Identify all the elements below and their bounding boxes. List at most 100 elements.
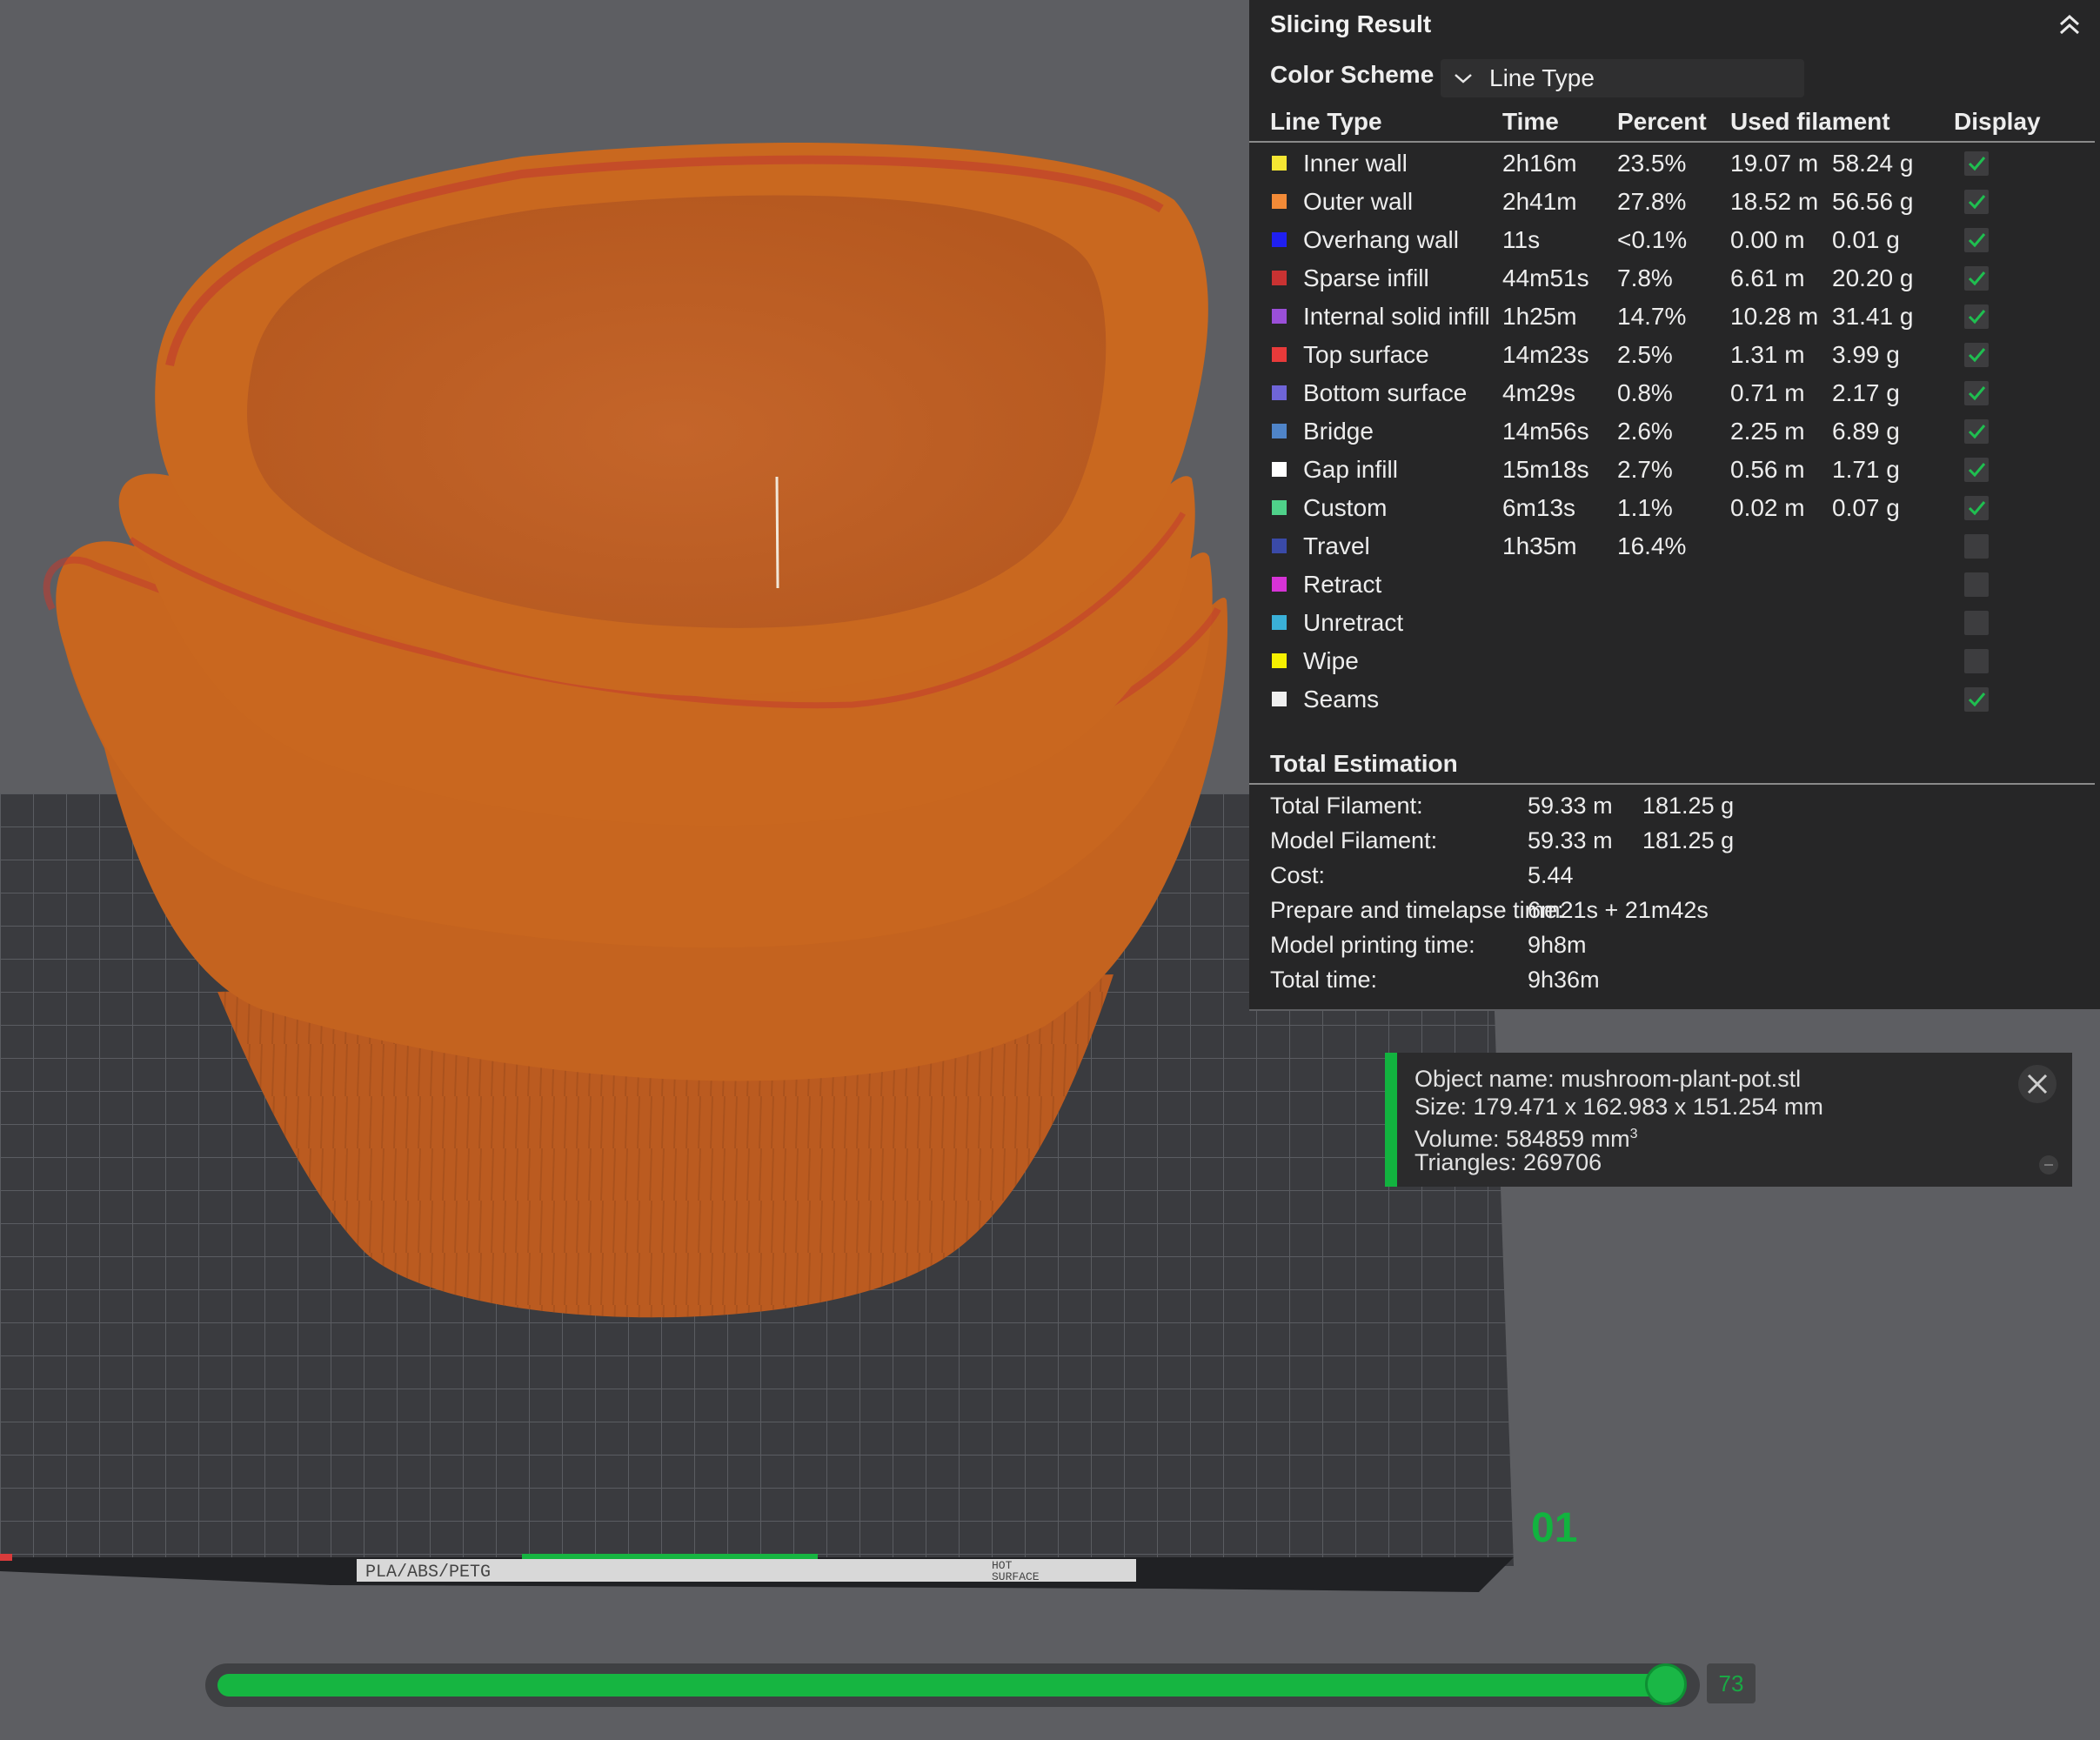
plate-label-right-2: SURFACE xyxy=(992,1570,1040,1583)
total-value: 9h8m xyxy=(1528,932,1587,958)
filament-length: 2.25 m xyxy=(1730,418,1805,445)
filament-weight: 56.56 g xyxy=(1832,188,1914,215)
slicing-result-panel: Slicing Result Color Scheme Line Type Li… xyxy=(1249,0,2100,1009)
line-type-percent: 16.4% xyxy=(1617,532,1687,559)
line-type-name: Seams xyxy=(1303,686,1380,713)
checkmark-icon xyxy=(1968,463,1986,478)
display-checkbox[interactable] xyxy=(1964,419,1989,444)
minus-icon[interactable] xyxy=(2039,1155,2058,1174)
filament-length: 0.56 m xyxy=(1730,456,1805,483)
table-row: Overhang wall 11s <0.1% 0.00 m 0.01 g xyxy=(1249,221,2100,259)
total-row: Total Filament: 59.33 m 181.25 g xyxy=(1270,788,2088,823)
line-type-name: Gap infill xyxy=(1303,456,1398,483)
total-value: 59.33 m xyxy=(1528,827,1613,853)
filament-weight: 0.01 g xyxy=(1832,226,1900,253)
filament-length: 6.61 m xyxy=(1730,264,1805,291)
display-checkbox[interactable] xyxy=(1964,572,1989,597)
color-scheme-dropdown[interactable]: Line Type xyxy=(1441,59,1804,97)
display-checkbox[interactable] xyxy=(1964,381,1989,405)
line-type-percent: 23.5% xyxy=(1617,150,1687,177)
table-row: Custom 6m13s 1.1% 0.02 m 0.07 g xyxy=(1249,489,2100,527)
object-triangles: Triangles: 269706 xyxy=(1414,1149,1602,1175)
filament-weight: 58.24 g xyxy=(1832,150,1914,177)
display-checkbox[interactable] xyxy=(1964,649,1989,673)
display-checkbox[interactable] xyxy=(1964,343,1989,367)
legend-swatch xyxy=(1272,347,1287,362)
line-type-percent: 14.7% xyxy=(1617,303,1687,330)
legend-swatch xyxy=(1272,653,1287,668)
checkmark-icon xyxy=(1968,157,1986,171)
collapse-up-icon[interactable] xyxy=(2055,10,2084,40)
line-type-time: 1h35m xyxy=(1502,532,1577,559)
line-type-name: Unretract xyxy=(1303,609,1404,636)
table-row: Top surface 14m23s 2.5% 1.31 m 3.99 g xyxy=(1249,336,2100,374)
line-type-name: Retract xyxy=(1303,571,1382,598)
table-row: Travel 1h35m 16.4% xyxy=(1249,527,2100,566)
legend-swatch xyxy=(1272,385,1287,400)
total-row: Model Filament: 59.33 m 181.25 g xyxy=(1270,823,2088,858)
table-row: Outer wall 2h41m 27.8% 18.52 m 56.56 g xyxy=(1249,183,2100,221)
filament-weight: 31.41 g xyxy=(1832,303,1914,330)
line-type-percent: 0.8% xyxy=(1617,379,1673,406)
header-percent: Percent xyxy=(1617,108,1707,135)
line-type-percent: 27.8% xyxy=(1617,188,1687,215)
display-checkbox[interactable] xyxy=(1964,458,1989,482)
table-row: Bridge 14m56s 2.6% 2.25 m 6.89 g xyxy=(1249,412,2100,451)
total-label: Model Filament: xyxy=(1270,827,1438,853)
header-line-type: Line Type xyxy=(1270,108,1382,135)
display-checkbox[interactable] xyxy=(1964,228,1989,252)
total-value: 6m21s + 21m42s xyxy=(1528,897,1709,923)
legend-swatch xyxy=(1272,232,1287,247)
panel-title: Slicing Result xyxy=(1270,10,1432,37)
line-type-time: 14m23s xyxy=(1502,341,1589,368)
display-checkbox[interactable] xyxy=(1964,266,1989,291)
table-row: Internal solid infill 1h25m 14.7% 10.28 … xyxy=(1249,298,2100,336)
line-type-name: Overhang wall xyxy=(1303,226,1459,253)
line-type-time: 6m13s xyxy=(1502,494,1576,521)
legend-swatch xyxy=(1272,194,1287,209)
close-icon[interactable] xyxy=(2018,1065,2057,1103)
chevron-down-icon xyxy=(1455,74,1472,84)
table-row: Inner wall 2h16m 23.5% 19.07 m 58.24 g xyxy=(1249,144,2100,183)
legend-swatch xyxy=(1272,271,1287,285)
plate-label-left: PLA/ABS/PETG xyxy=(365,1563,491,1583)
table-row: Wipe xyxy=(1249,642,2100,680)
filament-weight: 1.71 g xyxy=(1832,456,1900,483)
total-row: Prepare and timelapse time: 6m21s + 21m4… xyxy=(1270,893,2088,927)
total-value: 59.33 m xyxy=(1528,793,1613,819)
table-row: Retract xyxy=(1249,566,2100,604)
header-display: Display xyxy=(1954,108,2041,135)
display-checkbox[interactable] xyxy=(1964,496,1989,520)
total-label: Total Filament: xyxy=(1270,793,1423,819)
legend-swatch xyxy=(1272,156,1287,171)
checkmark-icon xyxy=(1968,386,1986,401)
line-type-time: 44m51s xyxy=(1502,264,1589,291)
layer-slider-thumb[interactable] xyxy=(1644,1663,1687,1705)
filament-length: 19.07 m xyxy=(1730,150,1819,177)
line-type-time: 1h25m xyxy=(1502,303,1577,330)
display-checkbox[interactable] xyxy=(1964,534,1989,559)
total-estimation-title: Total Estimation xyxy=(1270,750,1458,777)
line-type-name: Bottom surface xyxy=(1303,379,1468,406)
line-type-name: Sparse infill xyxy=(1303,264,1429,291)
display-checkbox[interactable] xyxy=(1964,151,1989,176)
display-checkbox[interactable] xyxy=(1964,687,1989,712)
display-checkbox[interactable] xyxy=(1964,611,1989,635)
layer-slider[interactable] xyxy=(205,1663,1700,1707)
total-value: 5.44 xyxy=(1528,862,1574,888)
filament-length: 0.02 m xyxy=(1730,494,1805,521)
total-value-2: 181.25 g xyxy=(1642,793,1735,819)
line-type-name: Top surface xyxy=(1303,341,1429,368)
header-time: Time xyxy=(1502,108,1559,135)
display-checkbox[interactable] xyxy=(1964,304,1989,329)
display-checkbox[interactable] xyxy=(1964,190,1989,214)
total-label: Model printing time: xyxy=(1270,932,1475,958)
line-type-name: Wipe xyxy=(1303,647,1359,674)
checkmark-icon xyxy=(1968,425,1986,439)
checkmark-icon xyxy=(1968,233,1986,248)
header-divider xyxy=(1249,141,2095,143)
checkmark-icon xyxy=(1968,348,1986,363)
filament-length: 10.28 m xyxy=(1730,303,1819,330)
line-type-name: Bridge xyxy=(1303,418,1374,445)
line-type-percent: <0.1% xyxy=(1617,226,1688,253)
